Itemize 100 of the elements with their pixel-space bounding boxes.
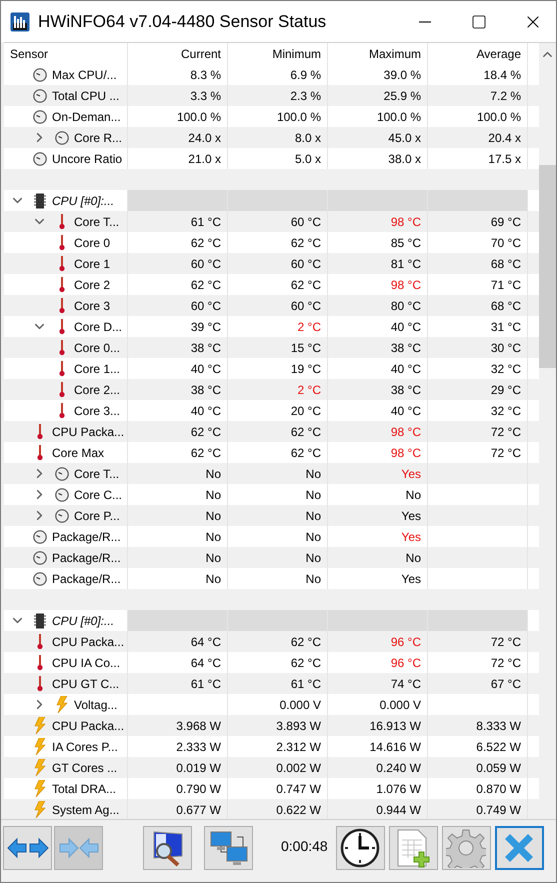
table-row[interactable]: Core 0... 38 °C 15 °C 38 °C 30 °C xyxy=(4,337,539,358)
value-cell: 61 °C xyxy=(190,214,221,228)
sensor-label: Core T... xyxy=(74,466,120,480)
lightning-icon xyxy=(34,738,46,755)
gauge-icon xyxy=(54,488,68,502)
value-cell: 74 °C xyxy=(390,676,421,690)
value-cell: 85 °C xyxy=(390,236,421,250)
value-cell: 69 °C xyxy=(490,214,521,228)
value-cell: 38 °C xyxy=(190,340,221,354)
sensor-label: Voltag... xyxy=(74,698,118,712)
value-cell: 39 °C xyxy=(190,320,221,334)
lightning-icon xyxy=(56,696,68,713)
value-cell: No xyxy=(306,550,321,564)
table-row[interactable]: Core P... No No Yes xyxy=(4,505,539,526)
value-cell: 20 °C xyxy=(290,404,321,418)
value-cell: No xyxy=(206,572,221,586)
chip-icon xyxy=(34,612,46,628)
value-cell: 32 °C xyxy=(490,362,521,376)
table-row[interactable]: Package/R... No No No xyxy=(4,547,539,568)
sensor-label: Core 2... xyxy=(74,382,120,396)
value-cell: 30 °C xyxy=(490,340,521,354)
close-button[interactable] xyxy=(494,826,544,870)
value-cell: 0.677 W xyxy=(176,802,221,816)
value-cell: 60 °C xyxy=(190,298,221,312)
expand-all-button[interactable] xyxy=(3,826,52,870)
value-cell: No xyxy=(306,508,321,522)
value-cell: 2 °C xyxy=(298,382,321,396)
value-cell: 80 °C xyxy=(390,298,421,312)
scrollbar[interactable] xyxy=(539,43,556,819)
value-cell: 3.968 W xyxy=(176,718,221,732)
value-cell: Yes xyxy=(401,572,421,586)
column-header[interactable]: Sensor xyxy=(10,46,48,60)
value-cell: 0.240 W xyxy=(376,760,421,774)
column-header[interactable]: Minimum xyxy=(272,46,321,60)
value-cell: 40 °C xyxy=(390,320,421,334)
value-cell: 0.622 W xyxy=(276,802,321,816)
value-cell: 24.0 x xyxy=(188,130,221,144)
value-cell: No xyxy=(306,572,321,586)
value-cell: 72 °C xyxy=(490,656,521,670)
value-cell: 29 °C xyxy=(490,382,521,396)
value-cell: Yes xyxy=(401,508,421,522)
value-cell: 45.0 x xyxy=(388,130,421,144)
column-header[interactable]: Current xyxy=(180,46,221,60)
minimize-icon xyxy=(419,20,431,22)
clock-icon xyxy=(340,828,380,868)
gauge-icon xyxy=(32,152,46,166)
value-cell: 100.0 % xyxy=(176,110,221,124)
table-row[interactable]: CPU Packa... 64 °C 62 °C 96 °C 72 °C xyxy=(4,631,539,652)
gauge-icon xyxy=(54,508,68,522)
value-cell: 62 °C xyxy=(290,278,321,292)
scroll-thumb[interactable] xyxy=(539,165,556,368)
clock-button[interactable] xyxy=(336,826,385,870)
network-monitors-icon xyxy=(208,829,248,867)
thermometer-icon xyxy=(58,381,66,398)
gauge-icon xyxy=(54,130,68,144)
thermometer-icon xyxy=(36,423,44,440)
value-cell: 0.000 V xyxy=(280,698,321,712)
table-row[interactable]: Core R... 24.0 x 8.0 x 45.0 x 20.4 x xyxy=(4,127,539,148)
table-row[interactable]: Core 3 60 °C 60 °C 80 °C 68 °C xyxy=(4,295,539,316)
settings-button[interactable] xyxy=(442,826,491,870)
value-cell: No xyxy=(406,550,421,564)
network-button[interactable] xyxy=(204,826,253,870)
monitor-button[interactable] xyxy=(143,826,192,870)
value-cell: 64 °C xyxy=(190,634,221,648)
value-cell: 19 °C xyxy=(290,362,321,376)
value-cell: 96 °C xyxy=(390,656,421,670)
table-row[interactable]: Core T... No No Yes xyxy=(4,463,539,484)
value-cell: 39.0 % xyxy=(384,68,421,82)
table-row[interactable]: Core 2... 38 °C 2 °C 38 °C 29 °C xyxy=(4,379,539,400)
thermometer-icon xyxy=(36,675,44,692)
value-cell: No xyxy=(206,466,221,480)
value-cell: 8.3 % xyxy=(190,68,221,82)
value-cell: 40 °C xyxy=(390,362,421,376)
thermometer-icon xyxy=(58,402,66,419)
table-row[interactable]: Core 1 60 °C 60 °C 81 °C 68 °C xyxy=(4,253,539,274)
thermometer-icon xyxy=(58,339,66,356)
value-cell: 0.002 W xyxy=(276,760,321,774)
value-cell: 25.9 % xyxy=(384,88,421,102)
value-cell: 5.0 x xyxy=(294,152,321,166)
sensor-label: Core R... xyxy=(74,130,122,144)
table-row[interactable]: Core T... 61 °C 60 °C 98 °C 69 °C xyxy=(4,211,539,232)
table-row[interactable]: CPU Packa... 3.968 W 3.893 W 16.913 W 8.333 W xyxy=(4,715,539,736)
sensor-label: Core Max xyxy=(52,446,104,460)
gauge-icon xyxy=(54,466,68,480)
gauge-icon xyxy=(32,88,46,102)
table-row[interactable]: CPU Packa... 62 °C 62 °C 98 °C 72 °C xyxy=(4,421,539,442)
table-row[interactable]: GT Cores ... 0.019 W 0.002 W 0.240 W 0.059 W xyxy=(4,757,539,778)
table-row[interactable]: CPU GT C... 61 °C 61 °C 74 °C 67 °C xyxy=(4,673,539,694)
table-row[interactable]: Total CPU ... 3.3 % 2.3 % 25.9 % 7.2 % xyxy=(4,85,539,106)
thermometer-icon xyxy=(58,255,66,272)
value-cell: 0.790 W xyxy=(176,782,221,796)
sensor-label: Core 0 xyxy=(74,236,110,250)
value-cell: 40 °C xyxy=(190,362,221,376)
column-header[interactable]: Maximum xyxy=(368,46,421,60)
column-header[interactable]: Average xyxy=(476,46,521,60)
sensor-label: Core 1... xyxy=(74,362,120,376)
table-row[interactable]: System Ag... 0.677 W 0.622 W 0.944 W 0.749 W xyxy=(4,799,539,819)
arrows-apart-icon xyxy=(6,837,48,859)
value-cell: 72 °C xyxy=(490,446,521,460)
value-cell: 61 °C xyxy=(290,676,321,690)
